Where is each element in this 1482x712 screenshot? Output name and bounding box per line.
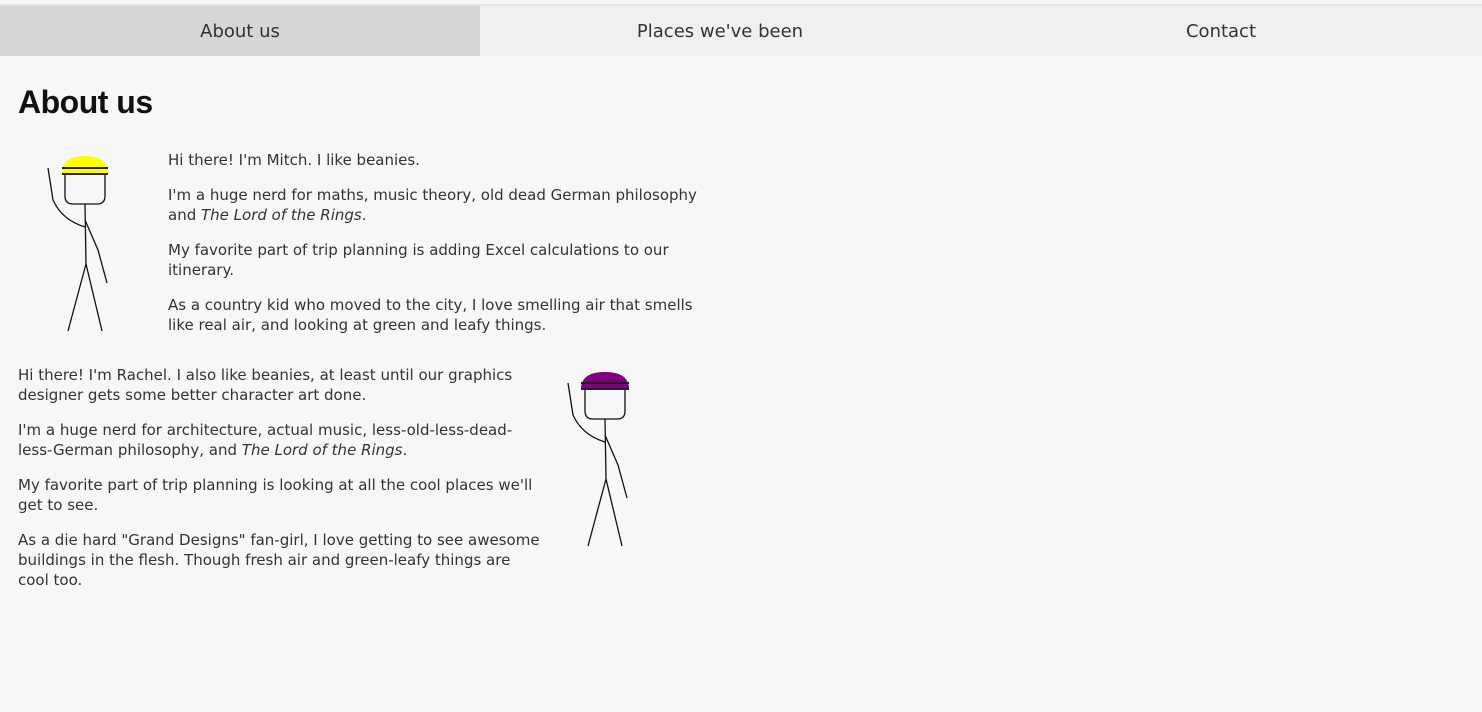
- mitch-bio-intro: Hi there! I'm Mitch. I like beanies.: [168, 151, 420, 169]
- mitch-stick-figure: [47, 156, 108, 332]
- rachel-bio-grand-designs: As a die hard "Grand Designs" fan-girl, …: [18, 531, 540, 589]
- rachel-bio-interests: I'm a huge nerd for architecture, actual…: [18, 421, 513, 459]
- nav-item-places-weve-been[interactable]: Places we've been: [480, 6, 960, 56]
- mitch-bio-country-kid: As a country kid who moved to the city, …: [168, 296, 693, 334]
- mitch-bio: Hi there! I'm Mitch. I like beanies. I'm…: [168, 150, 698, 350]
- rachel-bio-intro: Hi there! I'm Rachel. I also like beanie…: [18, 366, 513, 404]
- rachel-stick-figure: [567, 372, 629, 547]
- mitch-beanie-icon: [62, 156, 108, 174]
- main-nav: About us Places we've been Contact: [0, 6, 1482, 56]
- mitch-bio-trip-planning: My favorite part of trip planning is add…: [168, 241, 669, 279]
- rachel-beanie-icon: [581, 372, 629, 389]
- mitch-bio-interests: I'm a huge nerd for maths, music theory,…: [168, 186, 697, 224]
- nav-item-about-us[interactable]: About us: [0, 6, 480, 56]
- nav-item-contact[interactable]: Contact: [960, 6, 1482, 56]
- rachel-bio: Hi there! I'm Rachel. I also like beanie…: [18, 365, 543, 605]
- page-title: About us: [18, 84, 153, 120]
- rachel-bio-trip-planning: My favorite part of trip planning is loo…: [18, 476, 533, 514]
